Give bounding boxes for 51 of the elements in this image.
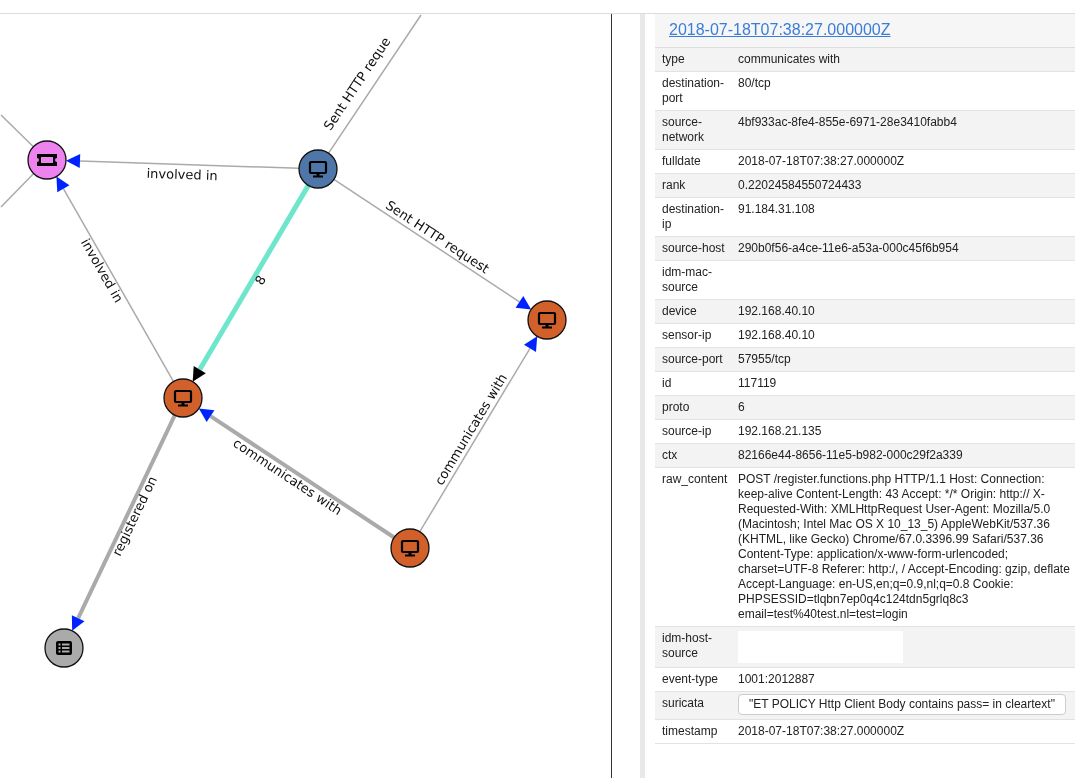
monitor-icon bbox=[308, 160, 328, 178]
field-key: idm-mac-source bbox=[655, 265, 738, 295]
ticket-icon bbox=[37, 154, 57, 166]
field-key: device bbox=[655, 304, 738, 319]
edge-label: involved in bbox=[146, 165, 218, 184]
field-key: sensor-ip bbox=[655, 328, 738, 343]
field-key: source-host bbox=[655, 241, 738, 256]
field-value: 0.22024584550724433 bbox=[738, 178, 862, 192]
field-value: communicates with bbox=[738, 52, 841, 66]
graph-node[interactable] bbox=[298, 149, 338, 189]
field-key: idm-host-source bbox=[655, 631, 738, 663]
field-key: timestamp bbox=[655, 724, 738, 739]
field-value: 192.168.40.10 bbox=[738, 304, 815, 318]
field-key: proto bbox=[655, 400, 738, 415]
field-value: 4bf933ac-8fe4-855e-6971-28e3410fabb4 bbox=[738, 115, 957, 129]
list-icon bbox=[56, 641, 72, 655]
monitor-icon bbox=[537, 311, 557, 329]
field-key: raw_content bbox=[655, 472, 738, 622]
field-key: type bbox=[655, 52, 738, 67]
field-value: 80/tcp bbox=[738, 76, 771, 90]
graph-node[interactable] bbox=[527, 300, 567, 340]
graph-edge[interactable] bbox=[66, 154, 300, 170]
field-key: rank bbox=[655, 178, 738, 193]
field-value: 192.168.40.10 bbox=[738, 328, 815, 342]
field-key: event-type bbox=[655, 672, 738, 687]
field-value: 6 bbox=[738, 400, 745, 414]
field-value: 57955/tcp bbox=[738, 352, 791, 366]
field-value: 192.168.21.135 bbox=[738, 424, 822, 438]
field-key: destination-port bbox=[655, 76, 738, 106]
monitor-icon bbox=[400, 539, 420, 557]
field-value: 1001:2012887 bbox=[738, 672, 815, 686]
field-value: 82166e44-8656-11e5-b982-000c29f2a339 bbox=[738, 448, 963, 462]
field-key: source-ip bbox=[655, 424, 738, 439]
field-key: id bbox=[655, 376, 738, 391]
field-key: suricata bbox=[655, 696, 738, 715]
graph-node[interactable] bbox=[390, 528, 430, 568]
field-key: ctx bbox=[655, 448, 738, 463]
field-value: 2018-07-18T07:38:27.000000Z bbox=[738, 154, 905, 168]
field-key: destination-ip bbox=[655, 202, 738, 232]
field-value: 290b0f56-a4ce-11e6-a53a-000c45f6b954 bbox=[738, 241, 959, 255]
tag-chip: "ET POLICY Http Client Body contains pass= in cleartext" bbox=[738, 694, 1066, 715]
field-value: 117119 bbox=[738, 376, 777, 390]
graph-node[interactable] bbox=[163, 378, 203, 418]
field-value: 2018-07-18T07:38:27.000000Z bbox=[738, 724, 905, 738]
edge-label: 8 bbox=[252, 272, 270, 288]
field-key: source-network bbox=[655, 115, 738, 145]
field-value: 91.184.31.108 bbox=[738, 202, 815, 216]
field-key: source-port bbox=[655, 352, 738, 367]
field-value: POST /register.functions.php HTTP/1.1 Host: Connection: keep-alive Content-Length: 43 Accept: */* Origin: http:// X-Requested-With: XMLHttpRequest User-Agent: Mozilla/5.0 (Macintosh; Intel Mac OS X 10_13_5) AppleWebKit/537.36 (KHTML, like Gecko) Chrome/67.0.3396.99 Safari/537.36 Content-Type: application/x-www-form-urlencoded; charset=UTF-8 Referer: http:/, / Accept-Encoding: gzip, deflate Accept-Language: en-US,en;q=0.9,nl;q=0.8 Cookie: PHPSESSID=tlqbn7ep0q4c124tdn5grlq8c3 email=test%40test.nl=test=login bbox=[738, 472, 1070, 621]
monitor-icon bbox=[173, 389, 193, 407]
field-key: fulldate bbox=[655, 154, 738, 169]
